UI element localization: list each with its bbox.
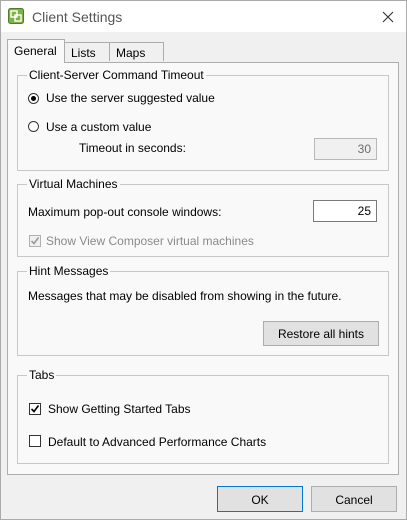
- restore-hints-button[interactable]: Restore all hints: [263, 321, 379, 346]
- group-legend: Virtual Machines: [27, 177, 120, 191]
- title-bar: Client Settings: [1, 1, 406, 32]
- general-tab-panel: Client-Server Command Timeout Use the se…: [7, 62, 399, 475]
- tabs-group: Tabs Show Getting Started Tabs Default t…: [17, 368, 389, 464]
- group-legend: Tabs: [27, 368, 57, 382]
- advanced-perf-checkbox[interactable]: [29, 435, 41, 447]
- close-button[interactable]: [370, 1, 406, 32]
- timeout-group: Client-Server Command Timeout Use the se…: [17, 68, 389, 171]
- tab-label: Maps: [116, 46, 146, 60]
- hint-description: Messages that may be disabled from showi…: [28, 289, 342, 303]
- show-composer-label: Show View Composer virtual machines: [46, 234, 254, 248]
- tab-strip: General Lists Maps: [7, 39, 403, 63]
- hint-messages-group: Hint Messages Messages that may be disab…: [17, 264, 389, 356]
- group-legend: Hint Messages: [27, 264, 111, 278]
- custom-value-radio[interactable]: [28, 121, 39, 132]
- ok-button[interactable]: OK: [217, 486, 303, 512]
- timeout-input[interactable]: 30: [314, 138, 377, 160]
- max-popout-label: Maximum pop-out console windows:: [28, 205, 222, 219]
- tab-label: Lists: [71, 46, 96, 60]
- window-title: Client Settings: [32, 9, 123, 25]
- tab-lists[interactable]: Lists: [64, 42, 110, 61]
- getting-started-label: Show Getting Started Tabs: [48, 402, 191, 416]
- client-settings-dialog: Client Settings General Lists Maps Clien…: [0, 0, 407, 520]
- server-value-radio[interactable]: [28, 93, 39, 104]
- check-mark-icon: [30, 237, 40, 245]
- show-composer-checkbox[interactable]: [29, 235, 41, 247]
- tab-maps[interactable]: Maps: [109, 42, 164, 61]
- custom-value-label: Use a custom value: [46, 120, 152, 134]
- check-mark-icon: [30, 405, 40, 413]
- tab-label: General: [14, 44, 57, 58]
- advanced-perf-label: Default to Advanced Performance Charts: [48, 435, 267, 449]
- vsphere-client-icon: [8, 8, 24, 24]
- max-popout-input[interactable]: 25: [313, 200, 377, 222]
- virtual-machines-group: Virtual Machines Maximum pop-out console…: [17, 177, 389, 257]
- close-icon: [382, 11, 394, 22]
- server-value-label: Use the server suggested value: [46, 91, 215, 105]
- tab-general[interactable]: General: [7, 39, 65, 63]
- group-legend: Client-Server Command Timeout: [27, 68, 206, 82]
- cancel-button[interactable]: Cancel: [311, 486, 397, 512]
- getting-started-checkbox[interactable]: [29, 403, 41, 415]
- timeout-label: Timeout in seconds:: [79, 141, 186, 155]
